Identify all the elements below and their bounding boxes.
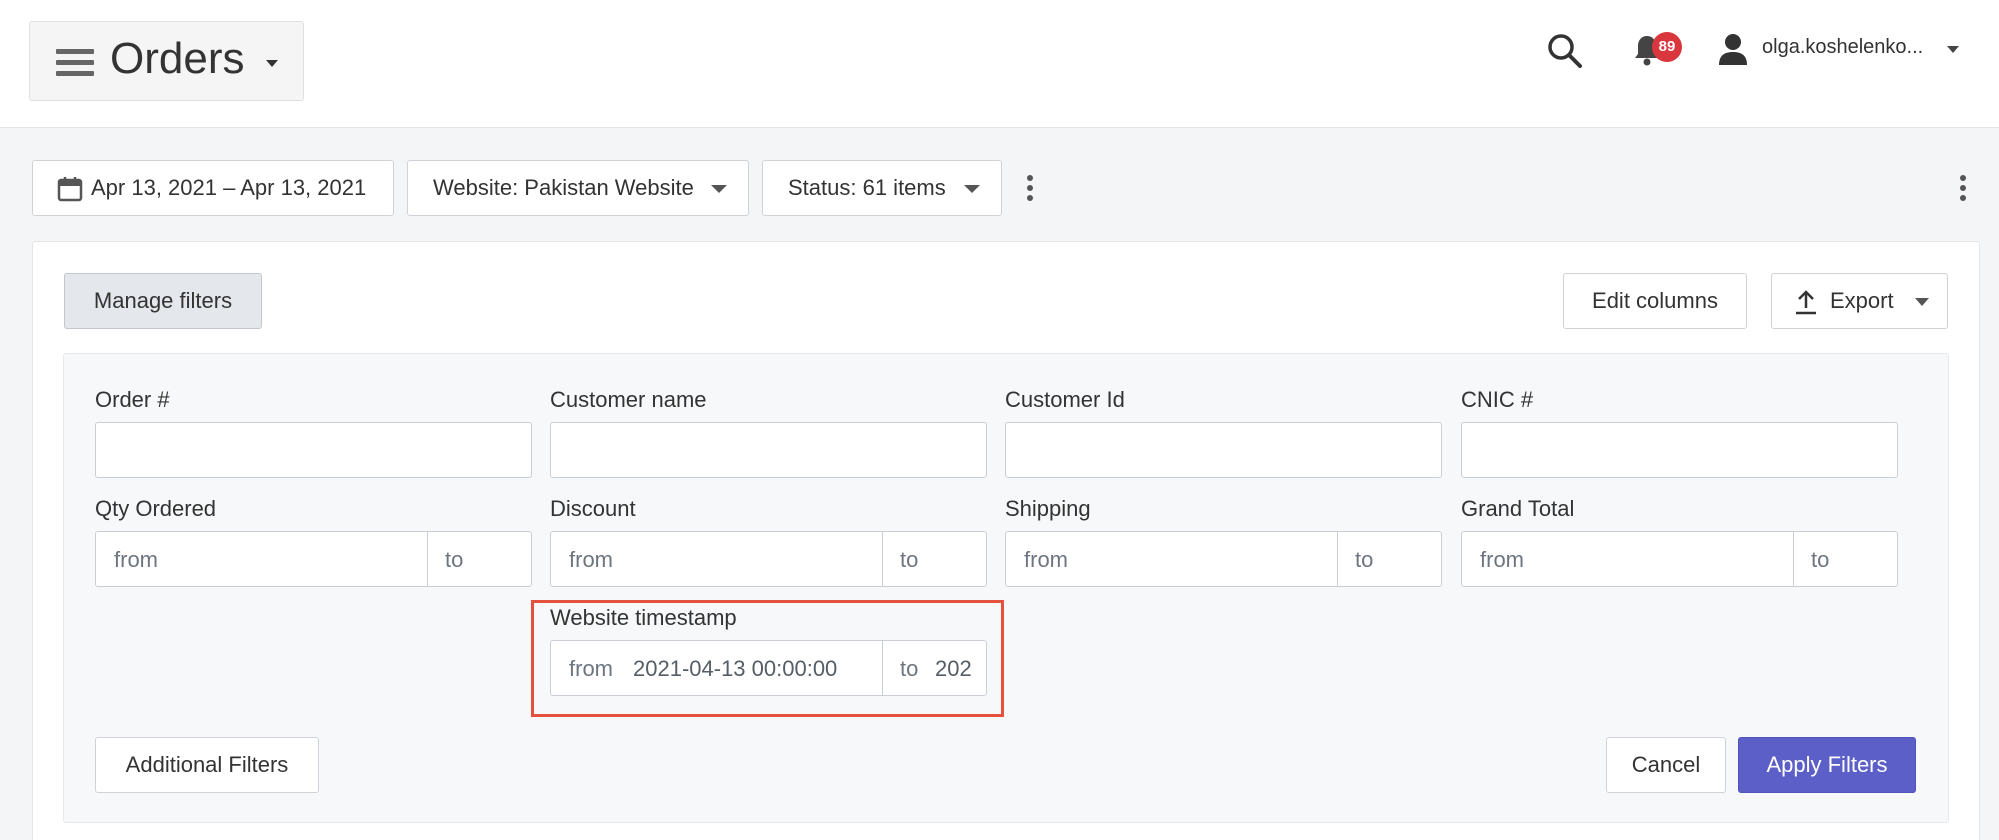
upload-icon: [1796, 290, 1816, 315]
export-button[interactable]: Export: [1771, 273, 1948, 329]
export-label: Export: [1830, 288, 1894, 313]
grand-total-range: from to: [1461, 531, 1898, 587]
page-title: Orders: [110, 34, 245, 83]
qty-ordered-range: from to: [95, 531, 532, 587]
toolbar-more-icon[interactable]: [1027, 175, 1033, 201]
order-no-input[interactable]: [95, 422, 532, 478]
additional-filters-button[interactable]: Additional Filters: [95, 737, 319, 793]
qty-ordered-from-input[interactable]: from: [114, 547, 158, 573]
notification-badge: 89: [1652, 32, 1682, 62]
customer-name-label: Customer name: [550, 387, 707, 412]
page-more-icon[interactable]: [1960, 175, 1966, 201]
grand-total-from-input[interactable]: from: [1480, 547, 1524, 573]
search-icon[interactable]: [1547, 33, 1583, 69]
calendar-icon: [57, 177, 83, 202]
edit-columns-button[interactable]: Edit columns: [1563, 273, 1747, 329]
cancel-button[interactable]: Cancel: [1606, 737, 1726, 793]
shipping-label: Shipping: [1005, 496, 1091, 521]
discount-to-input[interactable]: to: [900, 547, 918, 573]
website-filter-dropdown[interactable]: Website: Pakistan Website: [407, 160, 749, 216]
date-range-label: Apr 13, 2021 – Apr 13, 2021: [91, 175, 367, 200]
shipping-from-input[interactable]: from: [1024, 547, 1068, 573]
customer-id-label: Customer Id: [1005, 387, 1125, 412]
customer-id-input[interactable]: [1005, 422, 1442, 478]
grand-total-to-input[interactable]: to: [1811, 547, 1829, 573]
qty-ordered-to-input[interactable]: to: [445, 547, 463, 573]
user-icon[interactable]: [1718, 33, 1748, 65]
discount-from-input[interactable]: from: [569, 547, 613, 573]
apply-filters-button[interactable]: Apply Filters: [1738, 737, 1916, 793]
discount-range: from to: [550, 531, 987, 587]
page-title-menu[interactable]: Orders: [29, 21, 304, 101]
manage-filters-button[interactable]: Manage filters: [64, 273, 262, 329]
shipping-to-input[interactable]: to: [1355, 547, 1373, 573]
order-no-label: Order #: [95, 387, 170, 412]
status-filter-label: Status: 61 items: [788, 175, 946, 200]
cnic-label: CNIC #: [1461, 387, 1534, 412]
caret-down-icon: [711, 185, 727, 193]
hamburger-icon: [56, 49, 94, 76]
discount-label: Discount: [550, 496, 636, 521]
highlight-box: [531, 600, 1004, 717]
date-range-picker[interactable]: Apr 13, 2021 – Apr 13, 2021: [32, 160, 394, 216]
customer-name-input[interactable]: [550, 422, 987, 478]
caret-down-icon: [1915, 298, 1929, 306]
caret-down-icon: [266, 60, 278, 67]
qty-ordered-label: Qty Ordered: [95, 496, 217, 521]
caret-down-icon: [964, 185, 980, 193]
top-header: Orders 89 olga.koshelenko...: [0, 0, 1999, 128]
grand-total-label: Grand Total: [1461, 496, 1575, 521]
user-menu-caret-icon[interactable]: [1947, 46, 1959, 53]
shipping-range: from to: [1005, 531, 1442, 587]
user-name[interactable]: olga.koshelenko...: [1762, 36, 1923, 59]
status-filter-dropdown[interactable]: Status: 61 items: [762, 160, 1002, 216]
website-filter-label: Website: Pakistan Website: [433, 175, 694, 200]
cnic-input[interactable]: [1461, 422, 1898, 478]
